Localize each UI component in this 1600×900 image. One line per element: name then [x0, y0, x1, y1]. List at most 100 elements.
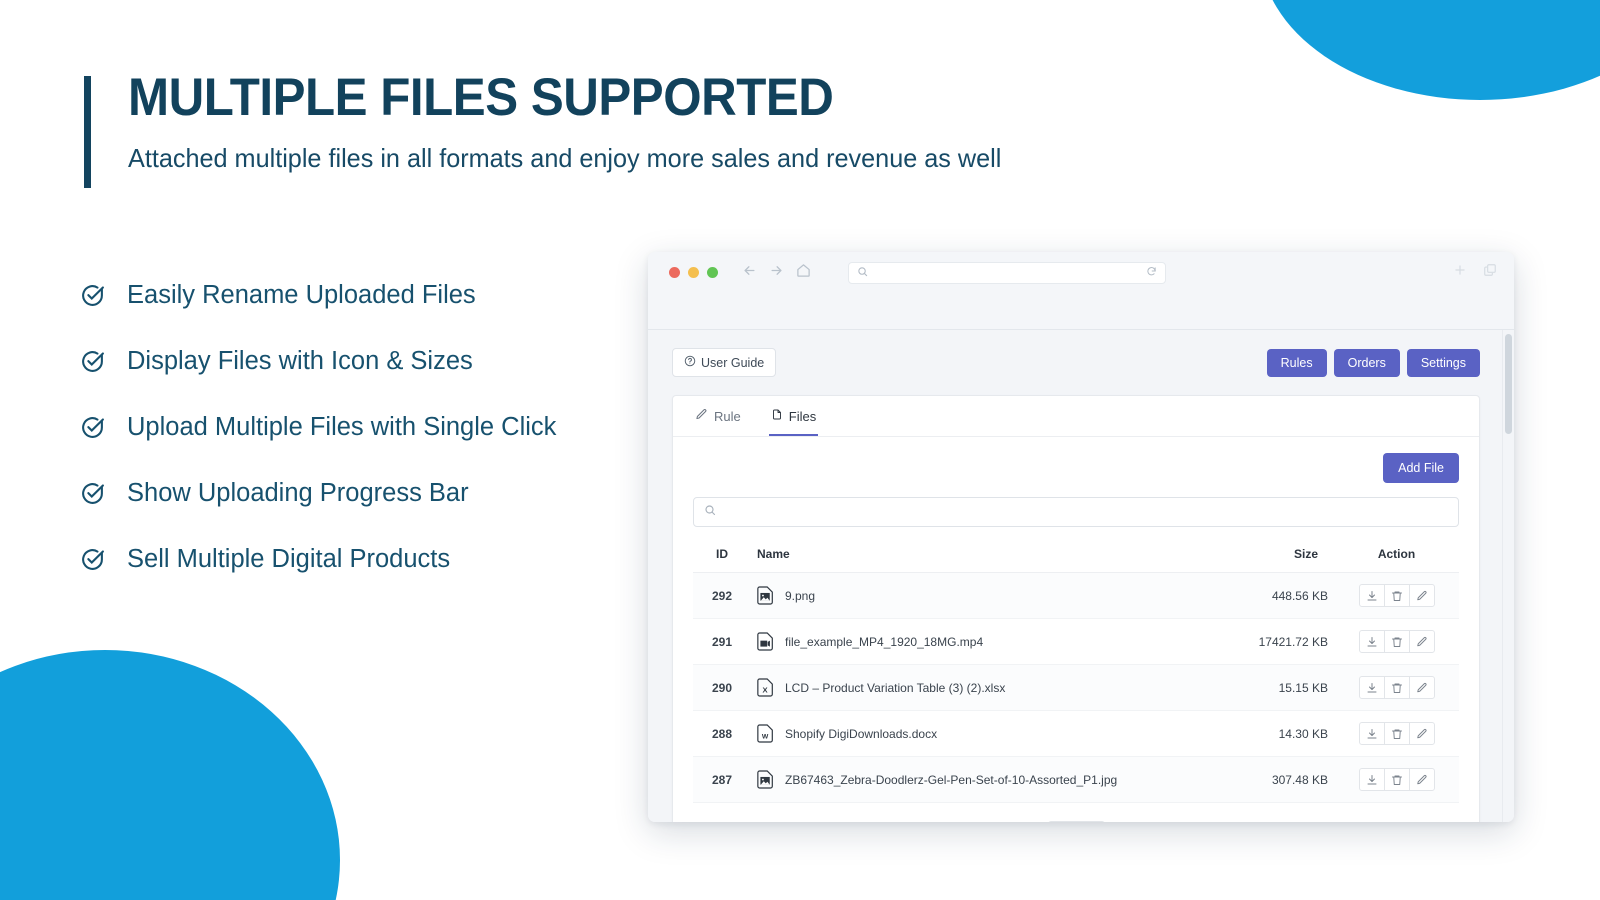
svg-text:X: X: [763, 686, 769, 695]
back-arrow-icon[interactable]: [742, 263, 757, 278]
cell-actions: [1334, 664, 1459, 711]
cell-name: 9.png: [751, 572, 1214, 619]
file-name-label: file_example_MP4_1920_18MG.mp4: [785, 634, 984, 649]
svg-text:W: W: [762, 734, 769, 741]
cell-size: 15.15 KB: [1214, 664, 1334, 711]
chevron-right-icon[interactable]: [1075, 821, 1105, 822]
pencil-icon[interactable]: [1408, 630, 1435, 653]
pencil-icon[interactable]: [1408, 768, 1435, 791]
document-icon: [771, 408, 783, 424]
home-icon[interactable]: [796, 263, 811, 278]
word-file-icon: W: [757, 724, 773, 743]
pencil-icon[interactable]: [1408, 676, 1435, 699]
reload-icon[interactable]: [1146, 264, 1157, 282]
scrollbar-thumb[interactable]: [1505, 334, 1512, 434]
plus-icon[interactable]: [1453, 263, 1467, 282]
pencil-icon: [695, 408, 708, 424]
rules-button[interactable]: Rules: [1266, 348, 1327, 377]
check-circle-icon: [80, 481, 105, 506]
tab-rule[interactable]: Rule: [693, 396, 743, 436]
page-subtitle: Attached multiple files in all formats a…: [128, 142, 1002, 173]
tab-files[interactable]: Files: [768, 396, 819, 436]
cell-size: 307.48 KB: [1214, 756, 1334, 803]
files-search[interactable]: [693, 497, 1459, 527]
trash-icon[interactable]: [1383, 630, 1410, 653]
files-panel: Add File ID Name Size Action 292 9.png 4…: [673, 437, 1479, 822]
tab-files-label: Files: [788, 408, 817, 424]
maximize-window-button[interactable]: [707, 267, 718, 278]
feature-item: Upload Multiple Files with Single Click: [80, 394, 700, 460]
pagination: [693, 821, 1459, 822]
table-header-row: ID Name Size Action: [693, 541, 1459, 573]
feature-item: Show Uploading Progress Bar: [80, 460, 700, 526]
column-header-id: ID: [693, 541, 751, 573]
check-circle-icon: [80, 283, 105, 308]
cell-actions: [1334, 756, 1459, 803]
table-row: 290 X LCD – Product Variation Table (3) …: [693, 664, 1459, 711]
close-window-button[interactable]: [669, 267, 680, 278]
cell-actions: [1334, 618, 1459, 665]
feature-item: Easily Rename Uploaded Files: [80, 262, 700, 328]
table-row: 292 9.png 448.56 KB: [693, 572, 1459, 619]
page-title: MULTIPLE FILES SUPPORTED: [128, 68, 834, 127]
browser-viewport: User Guide Rules Orders Settings Rule Fi…: [648, 330, 1514, 822]
user-guide-label: User Guide: [701, 355, 765, 370]
feature-label: Easily Rename Uploaded Files: [127, 280, 476, 309]
browser-nav-buttons[interactable]: [742, 263, 811, 278]
settings-button[interactable]: Settings: [1406, 348, 1480, 377]
chevron-left-icon[interactable]: [1047, 821, 1077, 822]
cell-id: 287: [693, 756, 751, 803]
download-icon[interactable]: [1358, 676, 1385, 699]
promo-banner: MULTIPLE FILES SUPPORTED Attached multip…: [0, 0, 1600, 900]
app-content: User Guide Rules Orders Settings Rule Fi…: [648, 330, 1502, 822]
cell-id: 290: [693, 664, 751, 711]
download-icon[interactable]: [1358, 630, 1385, 653]
app-nav-buttons: Rules Orders Settings: [1266, 348, 1480, 377]
tabs-icon[interactable]: [1483, 263, 1497, 282]
feature-label: Display Files with Icon & Sizes: [127, 346, 473, 375]
table-row: 291 file_example_MP4_1920_18MG.mp4 17421…: [693, 618, 1459, 665]
forward-arrow-icon[interactable]: [769, 263, 784, 278]
card-tabs: Rule Files: [673, 396, 1479, 437]
download-icon[interactable]: [1358, 722, 1385, 745]
orders-button[interactable]: Orders: [1333, 348, 1400, 377]
user-guide-button[interactable]: User Guide: [672, 348, 777, 377]
tab-rule-label: Rule: [714, 408, 741, 424]
files-table: ID Name Size Action 292 9.png 448.56 KB …: [693, 541, 1459, 803]
cell-id: 288: [693, 710, 751, 757]
cell-size: 448.56 KB: [1214, 572, 1334, 619]
address-bar[interactable]: [848, 262, 1166, 284]
window-controls[interactable]: [669, 267, 718, 278]
decorative-blob-top-right: [1260, 0, 1600, 100]
excel-file-icon: X: [757, 678, 773, 697]
cell-id: 292: [693, 572, 751, 619]
column-header-action: Action: [1334, 541, 1459, 573]
cell-actions: [1334, 710, 1459, 757]
check-circle-icon: [80, 547, 105, 572]
hero-accent-bar: [84, 76, 91, 188]
cell-name: W Shopify DigiDownloads.docx: [751, 710, 1214, 757]
pencil-icon[interactable]: [1408, 584, 1435, 607]
trash-icon[interactable]: [1383, 676, 1410, 699]
cell-name: file_example_MP4_1920_18MG.mp4: [751, 618, 1214, 665]
add-file-button[interactable]: Add File: [1383, 453, 1459, 483]
search-icon: [704, 503, 716, 521]
browser-window: User Guide Rules Orders Settings Rule Fi…: [648, 252, 1514, 822]
trash-icon[interactable]: [1383, 584, 1410, 607]
download-icon[interactable]: [1358, 768, 1385, 791]
files-search-input[interactable]: [724, 505, 1448, 519]
video-file-icon: [757, 632, 773, 651]
address-input[interactable]: [874, 267, 1146, 279]
column-header-name: Name: [751, 541, 1214, 573]
feature-list: Easily Rename Uploaded Files Display Fil…: [80, 262, 700, 592]
trash-icon[interactable]: [1383, 722, 1410, 745]
browser-toolbar-right[interactable]: [1453, 263, 1497, 282]
viewport-scrollbar[interactable]: [1502, 330, 1514, 822]
table-row: 288 W Shopify DigiDownloads.docx 14.30 K…: [693, 710, 1459, 757]
trash-icon[interactable]: [1383, 768, 1410, 791]
minimize-window-button[interactable]: [688, 267, 699, 278]
pencil-icon[interactable]: [1408, 722, 1435, 745]
feature-item: Display Files with Icon & Sizes: [80, 328, 700, 394]
download-icon[interactable]: [1358, 584, 1385, 607]
cell-size: 14.30 KB: [1214, 710, 1334, 757]
